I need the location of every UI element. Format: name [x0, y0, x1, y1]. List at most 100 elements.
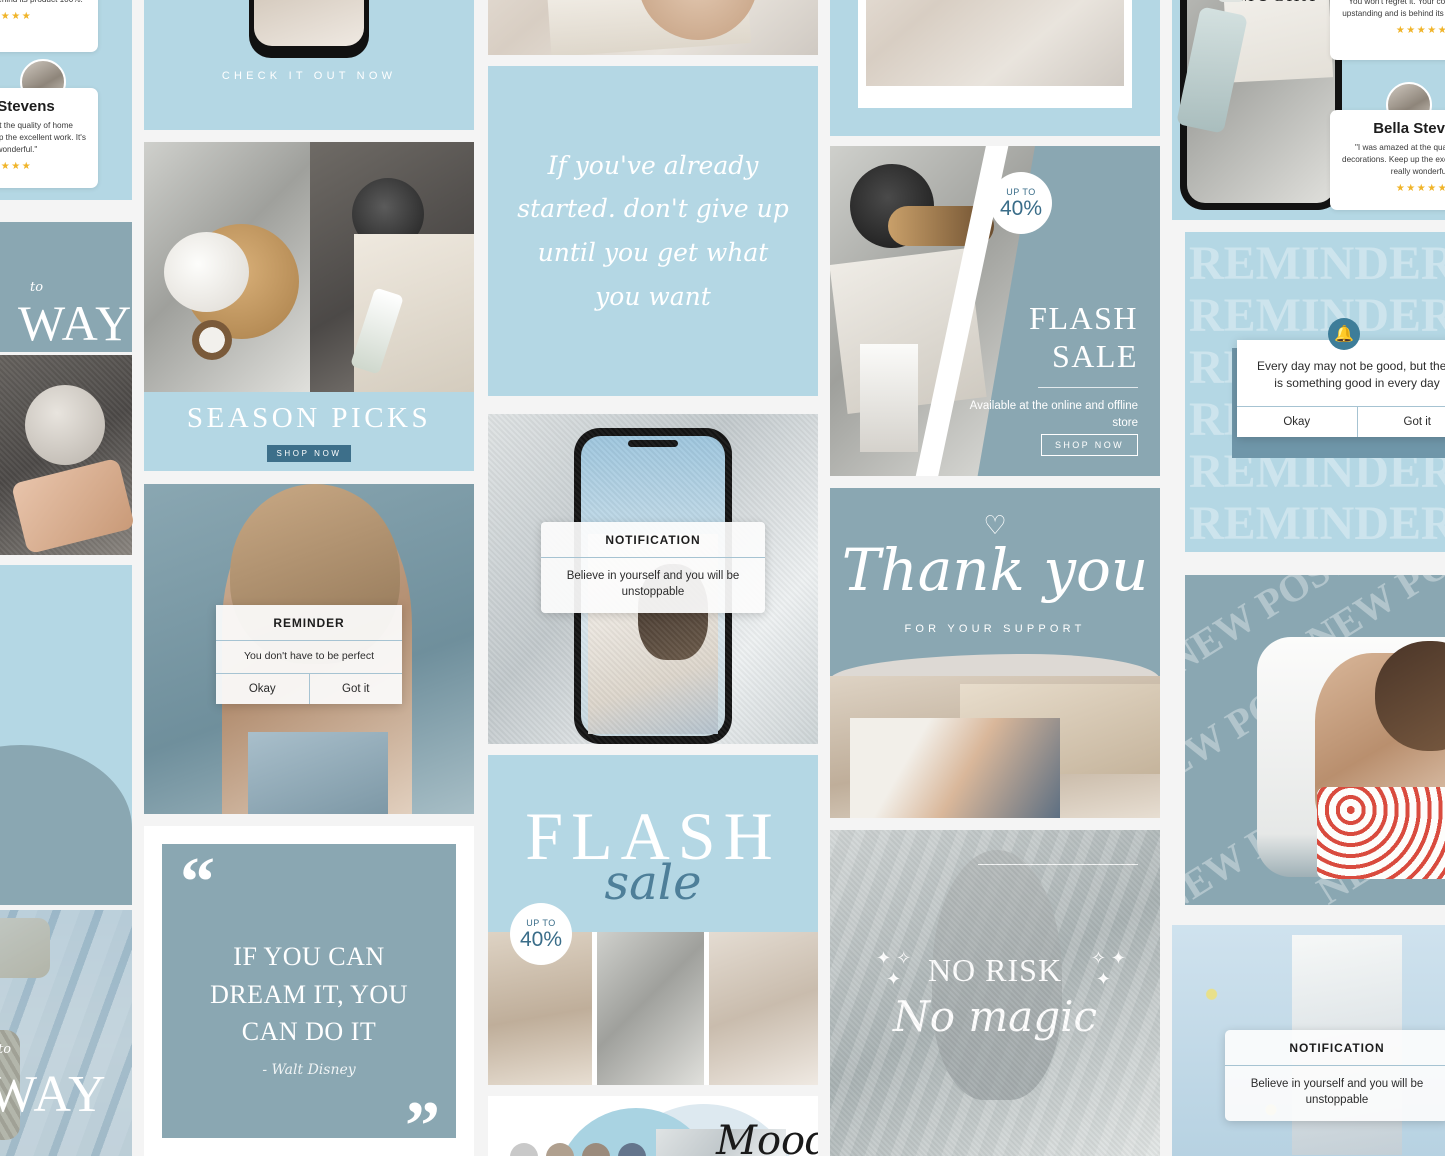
flash-tall-line-1: FLASH: [1029, 300, 1138, 336]
reminder-watermark: REMINDER: [1189, 497, 1445, 550]
giveaway-title: WAY: [18, 295, 132, 351]
testimonial-card: Bella Stevens "I was amazed at the quali…: [1330, 110, 1445, 210]
season-picks-banner: SEASON PICKS SHOP NOW: [144, 392, 474, 471]
reminder-watermark: REMINDER: [1189, 289, 1445, 342]
discount-badge: UP TO 40%: [510, 903, 572, 965]
notification-dialog-body: Believe in yourself and you will be unst…: [541, 557, 765, 613]
notch: [628, 440, 678, 447]
script-quote-line-1: If you've already: [547, 150, 759, 180]
testimonial-card: Julia Miller "Just what I was looking fo…: [1330, 0, 1445, 60]
open-quote-mark: “: [180, 844, 215, 921]
flash-tall-line-2: SALE: [1052, 338, 1138, 374]
reminder-dialog-title: REMINDER: [273, 616, 345, 630]
bottom-notification-dialog: NOTIFICATION Believe in yourself and you…: [1225, 1030, 1445, 1121]
disney-quote-author: - Walt Disney: [262, 1062, 356, 1078]
script-quote-line-3: until you get what: [537, 238, 769, 267]
reminder-gotit-button[interactable]: Got it: [308, 673, 403, 704]
reminder-dialog: REMINDER You don't have to be perfect Ok…: [216, 605, 402, 704]
divider-rule: [1038, 387, 1138, 388]
discount-badge: UP TO 40%: [990, 172, 1052, 234]
rating-stars: ★★★★★: [1395, 24, 1445, 36]
shop-now-button[interactable]: SHOP NOW: [1040, 434, 1138, 456]
sparkle-icon: ✦ ✧ ✦: [876, 948, 912, 989]
new-post-card: NEW POST NEW POST NEW POST NEW POST NEW …: [1185, 575, 1445, 905]
thank-you-sub: FOR YOUR SUPPORT: [904, 623, 1086, 635]
rating-stars: ★★★★★: [0, 10, 33, 22]
giveaway-card: to WAY: [0, 222, 132, 352]
arch-bg-shape: [0, 745, 132, 905]
no-risk-card: NO RISK No magic ✦ ✧ ✦ ✧ ✦ ✦: [830, 830, 1160, 1156]
season-picks-card: SEASON PICKS SHOP NOW: [144, 142, 474, 471]
script-quote-card: If you've already started. don't give up…: [488, 66, 818, 396]
instagram-template-board: Julia Miller "Just what I was looking fo…: [0, 0, 1445, 1156]
bottom-notification-title: NOTIFICATION: [1289, 1041, 1385, 1055]
mood-title: Mood: [716, 1118, 818, 1156]
coffee-cup: [25, 385, 105, 465]
shop-now-button[interactable]: SHOP NOW: [267, 444, 351, 462]
script-quote-line-2: started. don't give up: [517, 194, 789, 224]
book-photo-card: [488, 0, 818, 55]
denim-shorts: [248, 732, 388, 814]
phone-screen: [254, 0, 364, 46]
notification-dialog-title: NOTIFICATION: [605, 533, 701, 547]
reminder-dialog-body: You don't have to be perfect: [216, 640, 402, 673]
floral-skirt: [1317, 787, 1445, 879]
flash-sale-tall-card: UP TO 40% FLASH SALE Available at the on…: [830, 146, 1160, 476]
watch: [192, 320, 232, 360]
perfume-bottle: [860, 344, 918, 452]
reminder-right-body: Every day may not be good, but there is …: [1256, 359, 1445, 391]
testimonial-card: Julia Miller "Just what I was looking fo…: [0, 0, 98, 52]
reminder-okay-button[interactable]: Okay: [216, 674, 309, 704]
close-quote-mark: ”: [405, 1088, 440, 1156]
reminder-right-gotit-button[interactable]: Got it: [1356, 407, 1445, 438]
woman-figure: [850, 718, 1060, 818]
notification-dialog: NOTIFICATION Believe in yourself and you…: [541, 522, 765, 613]
season-picks-title: SEASON PICKS: [186, 401, 432, 434]
bottom-notification-card: NOTIFICATION Believe in yourself and you…: [1172, 925, 1445, 1156]
giveaway-title: WAY: [0, 1066, 108, 1123]
testimonial-card: Bella Stevens "I was amazed at the quali…: [0, 88, 98, 188]
flash-tall-sub: Available at the online and offline stor…: [969, 400, 1138, 429]
check-it-out-card: CHECK IT OUT NOW: [144, 0, 474, 130]
flash-photo-2: [597, 932, 704, 1085]
script-quote-line-4: you want: [595, 281, 711, 311]
divider-rule: [978, 864, 1138, 865]
no-risk-line-2: No magic: [892, 992, 1098, 1041]
mood-card: Mood: [488, 1096, 818, 1156]
flash-sale-square-card: FLASH sale UP TO 40%: [488, 755, 818, 1085]
disney-quote-card: “ ” IF YOU CAN DREAM IT, YOU CAN DO IT -…: [144, 826, 474, 1156]
testimonial-body: "Just what I was looking for. You guys r…: [0, 0, 86, 6]
testimonial-body: "Just what I was looking for. You guys r…: [1342, 0, 1445, 18]
disney-quote-text: IF YOU CAN DREAM IT, YOU CAN DO IT: [210, 942, 408, 1047]
blinds-overlay: [830, 830, 1160, 1156]
girlboss-card: GIRLBOS NEW: [0, 565, 132, 905]
badge-upto-text: UP TO: [1006, 187, 1036, 197]
cosmetic-bottle: [1218, 0, 1244, 2]
bell-badge: 🔔: [1328, 318, 1360, 350]
testimonial-body: "I was amazed at the quality of home dec…: [1342, 143, 1445, 176]
rating-stars: ★★★★★: [1395, 182, 1445, 194]
thank-you-card: ♡ Thank you FOR YOUR SUPPORT: [830, 488, 1160, 818]
sparkle-icon: ✧ ✦ ✦: [1090, 948, 1126, 989]
testimonial-name: Bella Stevens: [1373, 120, 1445, 137]
giveaway-pre-b: to: [0, 1042, 12, 1057]
no-risk-line-1: NO RISK: [927, 952, 1063, 988]
flash-photo-3: [709, 932, 818, 1085]
badge-upto-text: UP TO: [526, 918, 556, 928]
badge-percent-text: 40%: [999, 197, 1043, 220]
giveaway-photo-card: to to WAY: [0, 910, 132, 1156]
reminder-right-dialog: Every day may not be good, but there is …: [1237, 340, 1445, 438]
giveaway-pre: to: [30, 280, 44, 295]
bottom-notification-body: Believe in yourself and you will be unst…: [1225, 1065, 1445, 1121]
white-roses: [164, 232, 249, 312]
swatch-1: [510, 1143, 538, 1156]
linen-photo-card: [830, 0, 1160, 136]
mucha-brand: MUCHA: [1238, 0, 1318, 6]
check-it-out-cta[interactable]: CHECK IT OUT NOW: [144, 70, 474, 82]
badge-percent-text: 40%: [519, 928, 563, 951]
reminder-right-okay-button[interactable]: Okay: [1237, 407, 1357, 437]
reminder-watermark: REMINDER: [1189, 237, 1445, 290]
linen-photo: [866, 0, 1124, 86]
testimonial-body: "I was amazed at the quality of home dec…: [0, 121, 86, 154]
bell-icon: 🔔: [1334, 326, 1354, 343]
